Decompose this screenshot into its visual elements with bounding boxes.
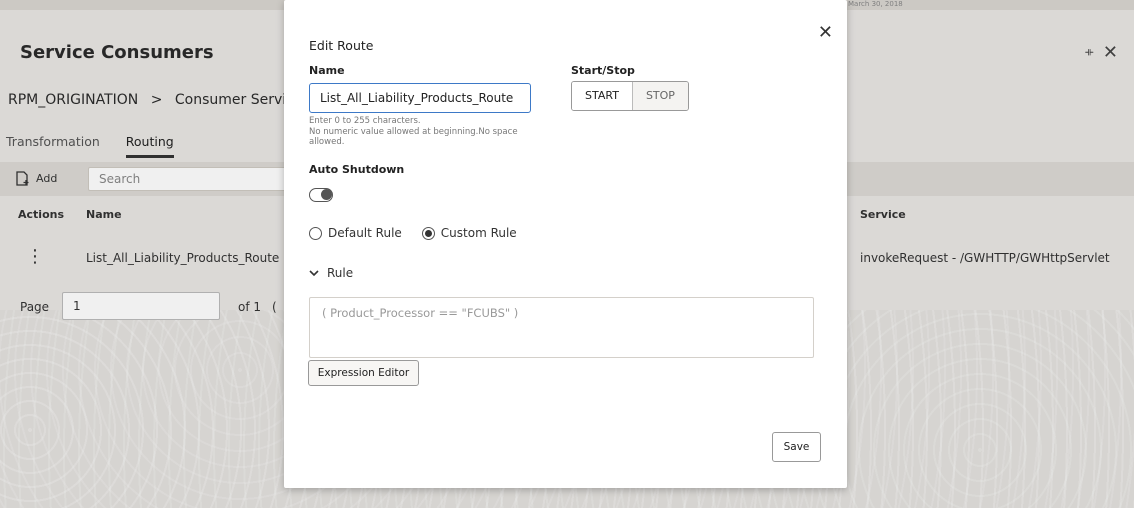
name-hint-line-1: Enter 0 to 255 characters. bbox=[309, 116, 421, 126]
auto-shutdown-label: Auto Shutdown bbox=[309, 163, 405, 176]
default-rule-radio[interactable] bbox=[309, 226, 322, 240]
rule-section-label: Rule bbox=[327, 266, 354, 280]
name-label: Name bbox=[309, 64, 345, 77]
chevron-down-icon bbox=[309, 269, 319, 276]
default-rule-label[interactable]: Default Rule bbox=[328, 226, 402, 240]
start-button[interactable]: START bbox=[572, 82, 632, 110]
close-icon[interactable]: ✕ bbox=[818, 22, 833, 43]
expression-editor-button[interactable]: Expression Editor bbox=[308, 360, 419, 386]
start-stop-label: Start/Stop bbox=[571, 64, 635, 77]
edit-route-dialog: Edit Route ✕ Name Enter 0 to 255 charact… bbox=[284, 0, 847, 488]
custom-rule-radio[interactable] bbox=[421, 226, 435, 240]
name-hint: Enter 0 to 255 characters. No numeric va… bbox=[309, 116, 539, 148]
rule-expression-field[interactable]: ( Product_Processor == "FCUBS" ) bbox=[309, 297, 814, 358]
stop-button[interactable]: STOP bbox=[631, 82, 688, 110]
save-button[interactable]: Save bbox=[772, 432, 821, 462]
auto-shutdown-switch[interactable] bbox=[309, 188, 333, 202]
rule-type-radio-group: Default Rule Custom Rule bbox=[309, 226, 517, 240]
route-name-input[interactable] bbox=[309, 83, 531, 113]
custom-rule-label[interactable]: Custom Rule bbox=[441, 226, 517, 240]
start-stop-toggle: START STOP bbox=[571, 81, 689, 111]
rule-section-toggle[interactable]: Rule bbox=[309, 266, 353, 280]
switch-knob bbox=[321, 189, 332, 200]
name-hint-line-2: No numeric value allowed at beginning.No… bbox=[309, 126, 518, 148]
dialog-title: Edit Route bbox=[309, 38, 374, 53]
